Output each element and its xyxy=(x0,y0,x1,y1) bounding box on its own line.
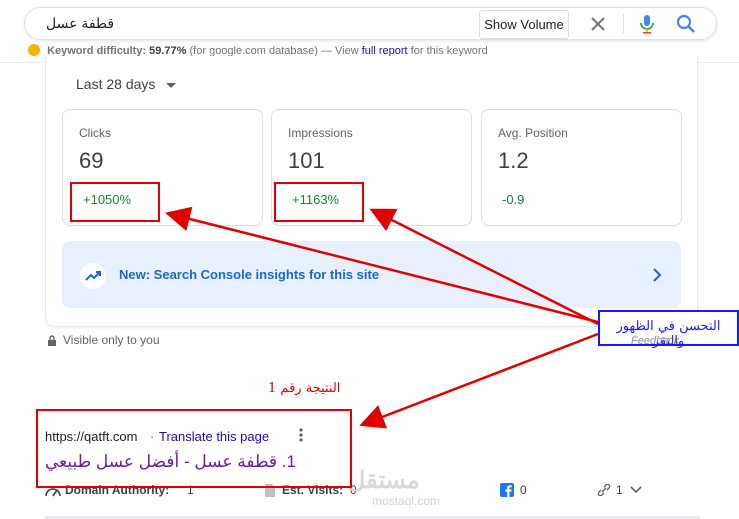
annotation-arrows xyxy=(165,206,599,429)
arrow-to-result xyxy=(359,332,599,429)
feedback-link[interactable]: Feedback xyxy=(631,335,679,347)
arrow-to-impressions xyxy=(369,208,599,326)
arrow-to-clicks xyxy=(165,206,599,324)
